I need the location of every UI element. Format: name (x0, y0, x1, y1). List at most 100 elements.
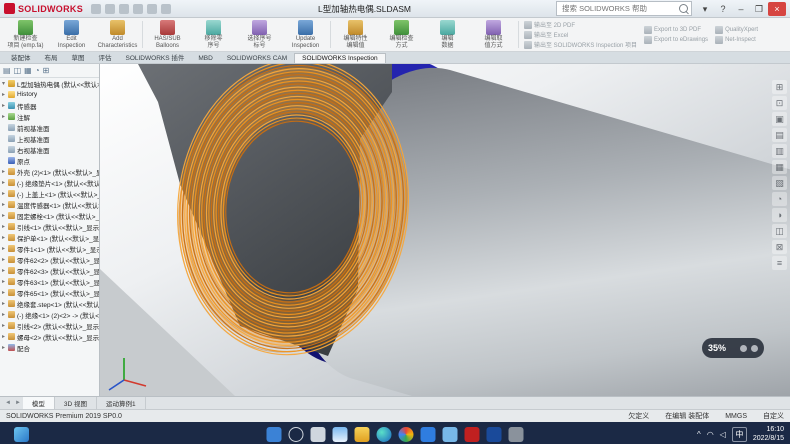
export-3d-pdf-button[interactable]: Export to 3D PDF (644, 25, 708, 34)
previous-view-icon[interactable]: ▣ (772, 112, 787, 126)
overlay-badge[interactable]: 35% (702, 338, 764, 358)
measure-icon[interactable]: ⊠ (772, 240, 787, 254)
status-custom[interactable]: 自定义 (763, 411, 784, 421)
new-inspection-project-button[interactable]: 新建检查 项目 (emp.fa) (3, 19, 48, 50)
search-icon[interactable] (679, 4, 688, 13)
tree-item-component[interactable]: ▸ 保护单<1> (默认<<默认>_显示状态 (0, 232, 99, 243)
tree-item-component[interactable]: ▸ (-) 绝缘<1> (2)<2> -> (默认<<默认 (0, 309, 99, 320)
print-icon[interactable] (133, 4, 143, 14)
tree-item-component[interactable]: ▸ 温度传感器<1> (默认<<默认>_显示 (0, 199, 99, 210)
wifi-icon[interactable]: ◠ (707, 430, 714, 439)
task-view-icon[interactable] (311, 427, 326, 442)
tree-item-right-plane[interactable]: 右视基准面 (0, 144, 99, 155)
tree-item-component[interactable]: ▸ 引线<2> (默认<<默认>_显示状态 (0, 320, 99, 331)
maximize-button[interactable]: ❐ (750, 2, 768, 16)
close-button[interactable]: × (768, 2, 786, 16)
graphics-viewport[interactable]: ⊞ ⊡ ▣ ▤ ▥ ▦ ▧ ◔ ◑ ◫ ⊠ ≡ 35% (100, 64, 790, 396)
tree-item-annotations[interactable]: ▸ 注解 (0, 111, 99, 122)
mail-icon[interactable] (443, 427, 458, 442)
solidworks-taskbar-icon[interactable] (465, 427, 480, 442)
scene-icon[interactable]: ◑ (772, 208, 787, 222)
hide-show-icon[interactable]: ▧ (772, 176, 787, 190)
new-file-icon[interactable] (91, 4, 101, 14)
tree-item-history[interactable]: ▸ History (0, 89, 99, 100)
clock[interactable]: 16:10 2022/8/15 (753, 425, 784, 443)
minimize-button[interactable]: – (732, 2, 750, 16)
balloons-button[interactable]: HAS/SUB Balloons (145, 19, 190, 50)
tree-item-component[interactable]: ▸ 外壳 (2)<1> (默认<<默认>_显示状态 (0, 166, 99, 177)
ime-indicator[interactable]: 中 (732, 427, 747, 442)
zoom-fit-icon[interactable]: ⊞ (772, 80, 787, 94)
tab-motion-study[interactable]: 运动算例1 (97, 397, 146, 409)
export-2d-pdf-button[interactable]: 输出至 2D PDF (524, 20, 637, 29)
search-icon[interactable] (289, 427, 304, 442)
widgets-icon[interactable] (333, 427, 348, 442)
tree-root[interactable]: ▾ L型加轴热电偶 (默认<<默认>_显示状态-1 (0, 78, 99, 89)
tree-item-component[interactable]: ▸ 零件1<1> (默认<<默认>_显示状态 (0, 243, 99, 254)
display-manager-tab-icon[interactable]: ⊞ (43, 66, 50, 75)
tab-assembly[interactable]: 装配体 (4, 51, 38, 63)
tab-model[interactable]: 模型 (23, 397, 55, 409)
feature-tree-tab-icon[interactable]: ▤ (3, 66, 11, 75)
section-view-icon[interactable]: ▤ (772, 128, 787, 142)
qualityxpert-button[interactable]: QualityXpert (715, 25, 758, 34)
weather-widget-icon[interactable] (14, 427, 29, 442)
tree-item-component[interactable]: ▸ 固定螺栓<1> (默认<<默认>_显示状 (0, 210, 99, 221)
tab-evaluate[interactable]: 评估 (92, 51, 119, 63)
remove-balloons-button[interactable]: 移除零 序号 (191, 19, 236, 50)
settings-icon[interactable] (509, 427, 524, 442)
undo-icon[interactable] (147, 4, 157, 14)
appearance-icon[interactable]: ◔ (772, 192, 787, 206)
tab-sketch[interactable]: 草图 (65, 51, 92, 63)
status-units[interactable]: MMGS (725, 413, 747, 420)
edit-sampling-button[interactable]: 编辑取 值方式 (471, 19, 516, 50)
tree-item-sensors[interactable]: ▸ 传感器 (0, 100, 99, 111)
tree-item-origin[interactable]: 原点 (0, 155, 99, 166)
tree-item-component[interactable]: ▸ 零件62<3> (默认<<默认>_显示状 (0, 265, 99, 276)
edit-inspection-method-button[interactable]: 编辑检查 方式 (379, 19, 424, 50)
export-excel-button[interactable]: 输出至 Excel (524, 30, 637, 39)
help-search[interactable] (556, 1, 692, 16)
options-icon[interactable]: ≡ (772, 256, 787, 270)
start-icon[interactable] (267, 427, 282, 442)
edit-characteristic-value-button[interactable]: 编辑特性 编辑值 (333, 19, 378, 50)
tab-addins[interactable]: SOLIDWORKS 插件 (119, 51, 192, 63)
tab-mbd[interactable]: MBD (191, 54, 219, 63)
display-style-icon[interactable]: ▦ (772, 160, 787, 174)
store-icon[interactable] (421, 427, 436, 442)
tab-3d-views[interactable]: 3D 视图 (55, 397, 97, 409)
tab-cam[interactable]: SOLIDWORKS CAM (220, 54, 294, 63)
tab-scroll-right-icon[interactable]: ► (13, 400, 23, 406)
tab-scroll-left-icon[interactable]: ◄ (3, 400, 13, 406)
tree-item-component[interactable]: ▸ (-) 上盖上<1> (默认<<默认>_显示状 (0, 188, 99, 199)
tree-item-component[interactable]: ▸ 零件63<1> (默认<<默认>_显示状 (0, 276, 99, 287)
volume-icon[interactable]: ◁ (720, 430, 726, 439)
configuration-manager-tab-icon[interactable]: ▦ (24, 66, 32, 75)
word-icon[interactable] (487, 427, 502, 442)
tree-item-component[interactable]: ▸ 螺母<2> (默认<<默认>_显示状态 (0, 331, 99, 342)
property-manager-tab-icon[interactable]: ◫ (14, 66, 22, 75)
tray-expand-icon[interactable]: ^ (697, 430, 701, 439)
rebuild-icon[interactable] (161, 4, 171, 14)
search-input[interactable] (560, 3, 677, 14)
annotation-view-icon[interactable]: ◫ (772, 224, 787, 238)
tree-item-component[interactable]: ▸ (-) 绝缘垫片<1> (默认<<默认>_显示 (0, 177, 99, 188)
tree-item-component[interactable]: ▸ 零件62<2> (默认<<默认>_显示状 (0, 254, 99, 265)
select-balloons-button[interactable]: 选择序号 标号 (237, 19, 282, 50)
update-inspection-button[interactable]: Update Inspection (283, 19, 328, 50)
open-file-icon[interactable] (105, 4, 115, 14)
tree-item-component[interactable]: ▸ 绝缘套.step<1> (默认<<默认>_显 (0, 298, 99, 309)
tree-item-component[interactable]: ▸ 零件65<1> (默认<<默认>_显示状 (0, 287, 99, 298)
edit-inspection-button[interactable]: Edit Inspection (49, 19, 94, 50)
tree-item-top-plane[interactable]: 上视基准面 (0, 133, 99, 144)
browser-icon[interactable] (399, 427, 414, 442)
export-edrawings-button[interactable]: Export to eDrawings (644, 35, 708, 44)
edge-icon[interactable] (377, 427, 392, 442)
help-button[interactable]: ? (714, 2, 732, 16)
zoom-area-icon[interactable]: ⊡ (772, 96, 787, 110)
edit-data-button[interactable]: 编辑 数据 (425, 19, 470, 50)
search-dropdown-icon[interactable]: ▾ (696, 2, 714, 16)
export-inspection-project-button[interactable]: 输出至 SOLIDWORKS Inspection 项目 (524, 40, 637, 49)
tree-item-mates[interactable]: ▸ 配合 (0, 342, 99, 353)
file-explorer-icon[interactable] (355, 427, 370, 442)
